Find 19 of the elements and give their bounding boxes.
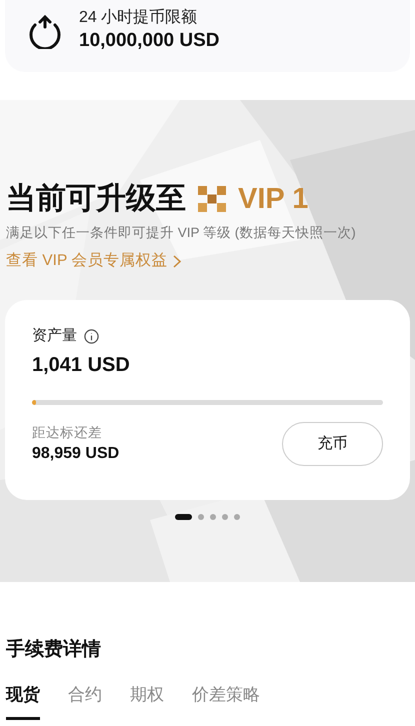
gap-value: 98,959 USD: [32, 444, 120, 464]
chevron-right-icon: [173, 254, 182, 268]
fees-heading: 手续费详情: [6, 638, 102, 662]
fee-tab[interactable]: 价差策略: [192, 683, 260, 720]
vip-level: VIP 1: [238, 182, 308, 217]
info-icon[interactable]: [84, 328, 99, 344]
upgrade-title: 当前可升级至: [6, 181, 186, 217]
vip-benefits-link[interactable]: 查看 VIP 会员专属权益: [6, 250, 182, 272]
asset-value: 1,041 USD: [32, 353, 131, 378]
asset-label: 资产量: [32, 326, 77, 346]
gap-label: 距达标还差: [32, 424, 103, 442]
limit-label: 24 小时提币限额: [79, 8, 198, 28]
fee-tab[interactable]: 合约: [68, 683, 102, 720]
fee-tab[interactable]: 现货: [6, 683, 40, 720]
vip-logo-icon: [198, 186, 226, 212]
limit-value: 10,000,000 USD: [79, 29, 220, 53]
deposit-button[interactable]: 充币: [282, 422, 383, 466]
fee-tab[interactable]: 期权: [130, 683, 164, 720]
upgrade-subtitle: 满足以下任一条件即可提升 VIP 等级 (数据每天快照一次): [6, 224, 357, 242]
